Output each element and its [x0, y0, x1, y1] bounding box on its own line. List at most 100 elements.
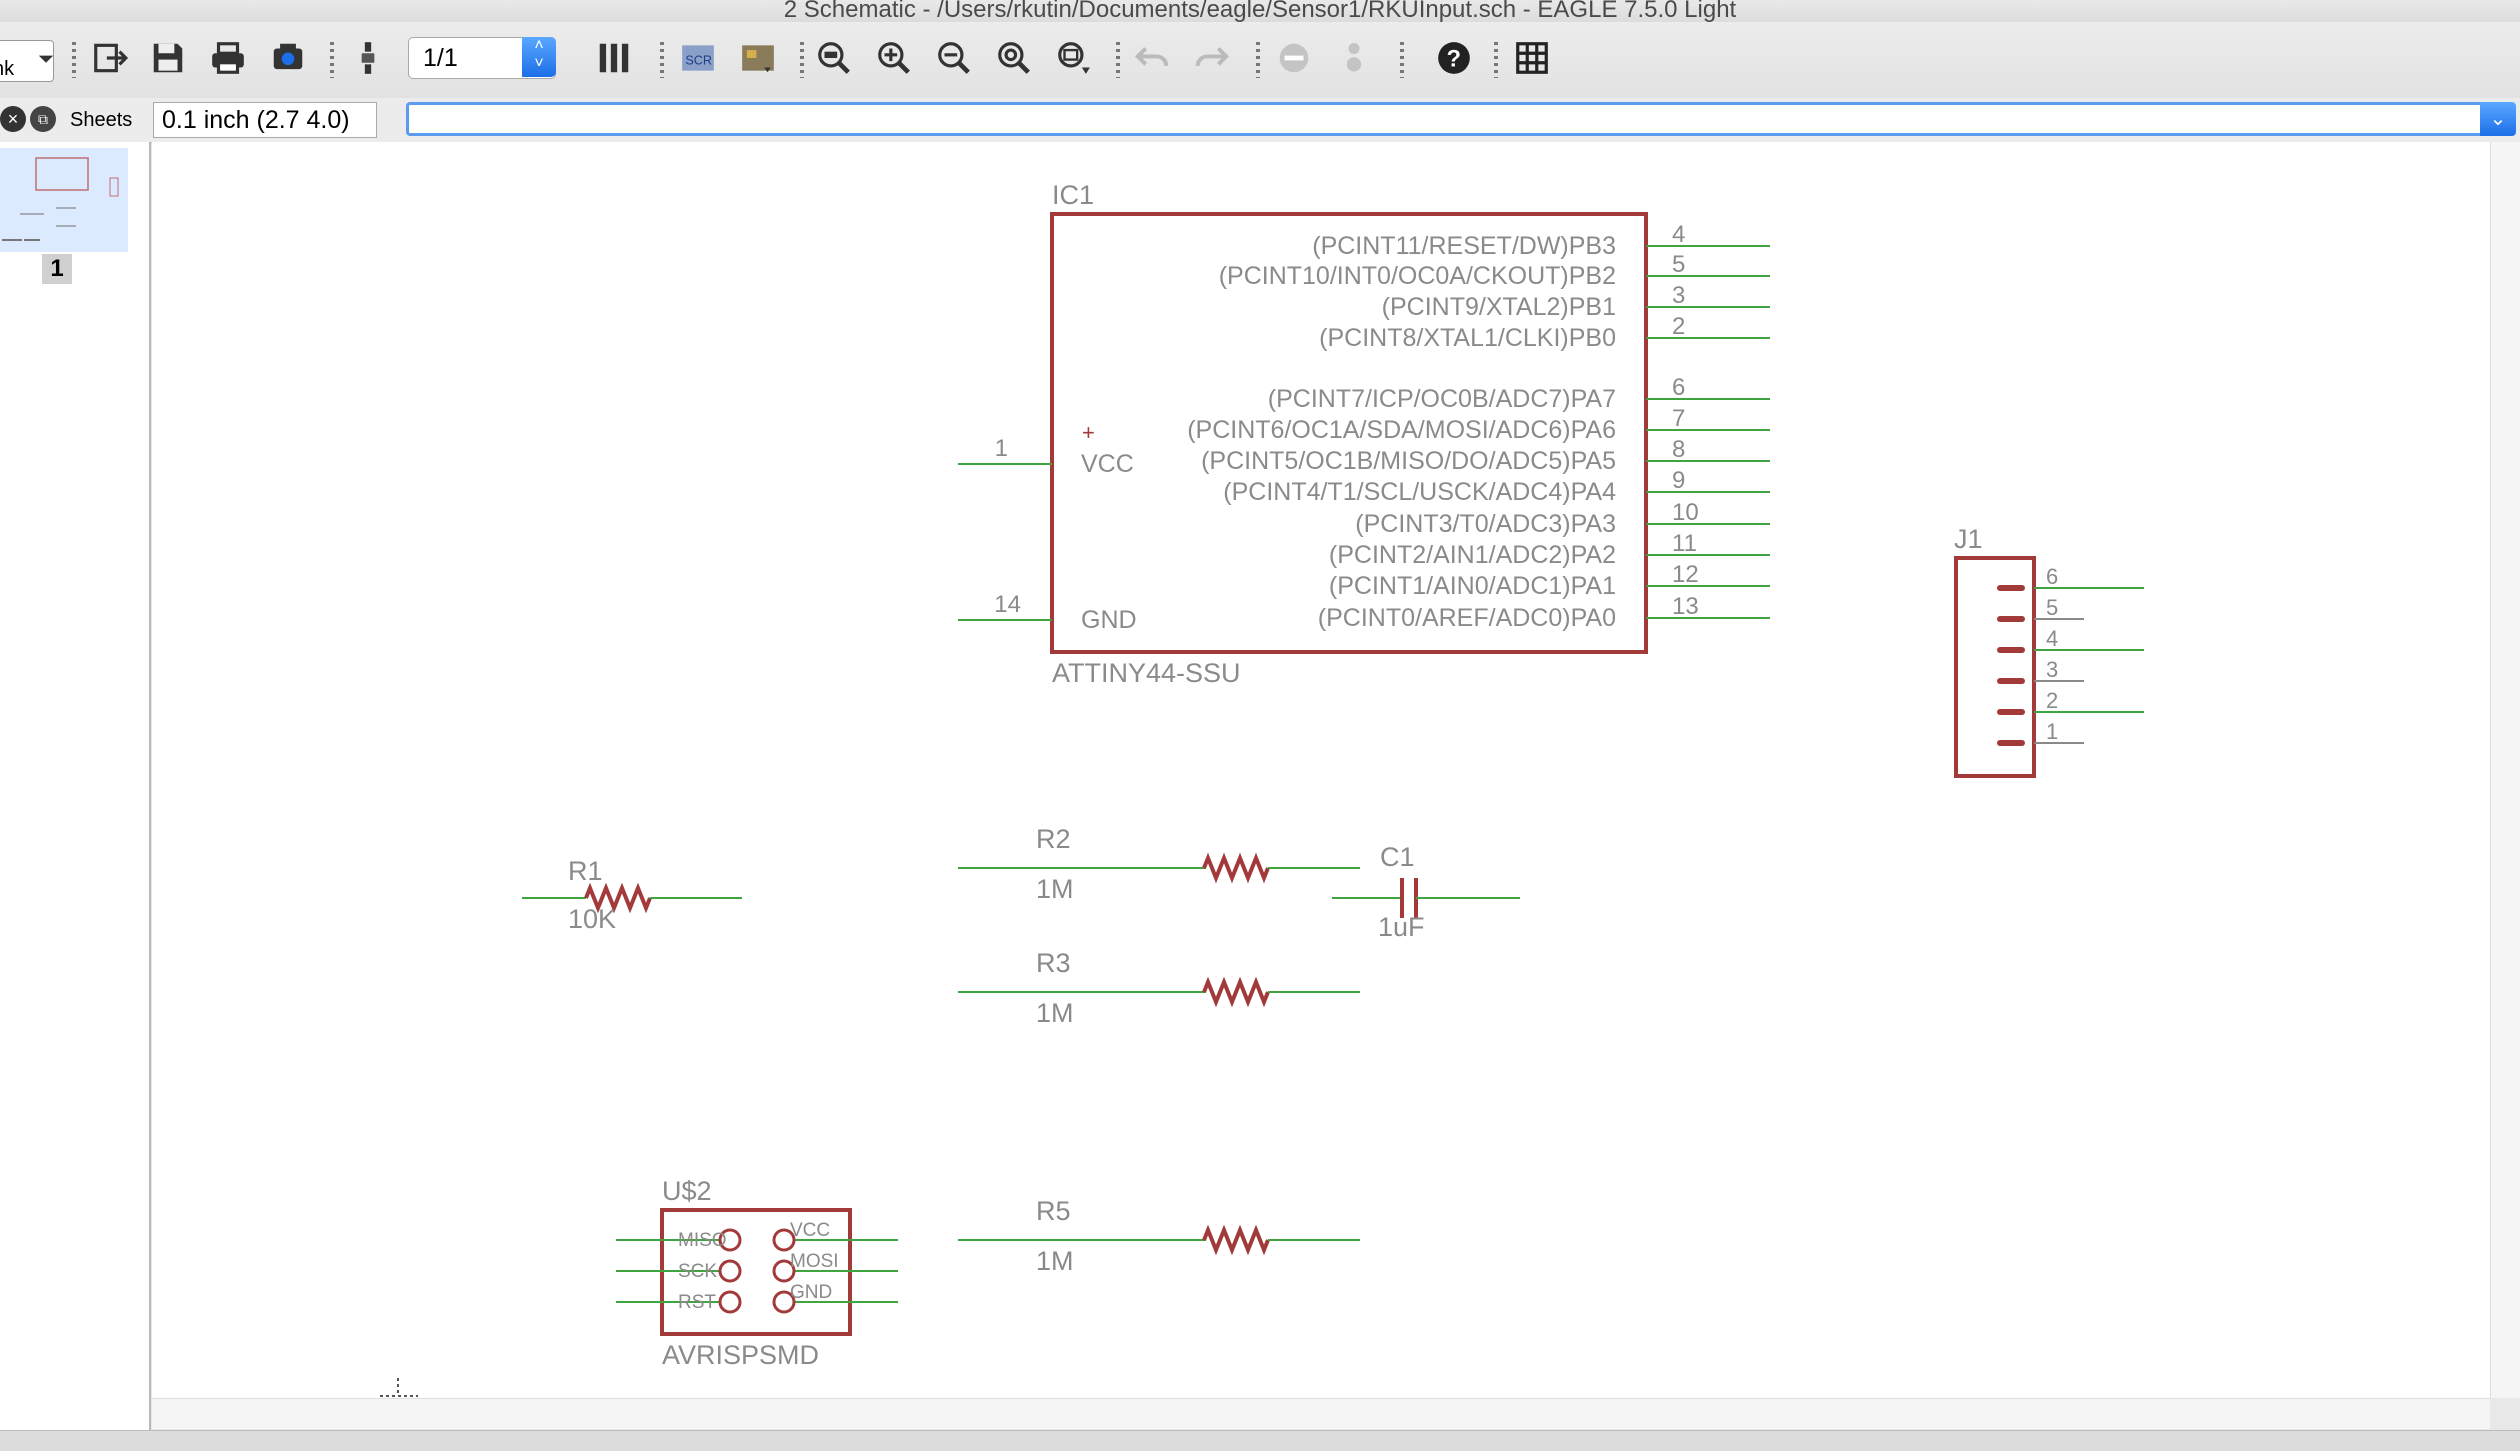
ic1-name: IC1 — [1052, 180, 1094, 210]
ic1-pin-label: VCC — [1081, 450, 1134, 478]
toolbar-separator — [660, 42, 664, 78]
use-library-icon[interactable] — [592, 36, 636, 80]
c1-part[interactable]: C1 1uF — [1332, 842, 1520, 942]
ic1-pin-num: 9 — [1672, 467, 1685, 494]
toolbar-separator — [72, 42, 76, 78]
svg-text:SCR: SCR — [685, 53, 712, 67]
ic1-pin-label: (PCINT4/T1/SCL/USCK/ADC4)PA4 — [1223, 478, 1616, 506]
toolbar-separator — [1400, 42, 1404, 78]
j1-name: J1 — [1954, 524, 1983, 554]
zoom-select-icon[interactable] — [1052, 36, 1096, 80]
zoom-out-icon[interactable] — [932, 36, 976, 80]
ic1-pin-label: (PCINT10/INT0/OC0A/CKOUT)PB2 — [1219, 262, 1616, 290]
schematic-canvas[interactable]: IC1 ATTINY44-SSU 1 + VCC 14 GND 4 (PCINT1… — [152, 142, 2490, 1398]
sheet-number[interactable]: 1 — [42, 254, 72, 284]
r2-part[interactable]: R2 1M — [958, 824, 1360, 904]
ic1-pin-label: (PCINT2/AIN1/ADC2)PA2 — [1329, 541, 1616, 569]
svg-text:?: ? — [1447, 46, 1462, 73]
ic1-part[interactable]: IC1 ATTINY44-SSU 1 + VCC 14 GND 4 (PCINT1… — [958, 180, 1770, 688]
ic1-pin-num: 1 — [995, 435, 1008, 462]
j1-pin-num: 6 — [2046, 564, 2058, 589]
r5-value: 1M — [1036, 1246, 1074, 1276]
ic1-pin-label: (PCINT3/T0/ADC3)PA3 — [1355, 510, 1616, 538]
cam-processor-icon[interactable] — [266, 36, 310, 80]
ic1-pin-num: 11 — [1672, 530, 1697, 557]
j1-pin-num: 5 — [2046, 595, 2058, 620]
horizontal-scrollbar[interactable] — [152, 1398, 2490, 1429]
redo-icon[interactable] — [1190, 36, 1234, 80]
zoom-in-icon[interactable] — [872, 36, 916, 80]
ic1-pin-label: (PCINT7/ICP/OC0B/ADC7)PA7 — [1268, 385, 1616, 413]
toolbar-separator — [1116, 42, 1120, 78]
j1-pin-num: 2 — [2046, 688, 2058, 713]
j1-pin-num: 1 — [2046, 719, 2058, 744]
r3-part[interactable]: R3 1M — [958, 948, 1360, 1028]
ic1-pin-num: 13 — [1672, 593, 1699, 620]
close-sheets-icon[interactable]: × — [0, 106, 26, 132]
go-icon[interactable] — [1332, 36, 1376, 80]
u2-pad — [718, 1259, 742, 1283]
r1-name: R1 — [568, 856, 603, 886]
ic1-pin-num: 7 — [1672, 405, 1685, 432]
window-titlebar: 2 Schematic - /Users/rkutin/Documents/ea… — [0, 0, 2520, 22]
u2-pins: MISO SCK RST VCC MOSI GND — [616, 1220, 898, 1314]
u2-pin-label: SCK — [678, 1261, 717, 1282]
stop-icon[interactable] — [1272, 36, 1316, 80]
r2-body — [1202, 852, 1270, 884]
print-icon[interactable] — [206, 36, 250, 80]
sheets-header: × ⧉ Sheets — [0, 98, 150, 142]
ic1-pin-label: (PCINT8/XTAL1/CLKI)PB0 — [1319, 324, 1616, 352]
combo-dropdown-icon[interactable] — [34, 36, 58, 80]
command-input[interactable] — [406, 102, 2486, 136]
r1-part[interactable]: R1 10K — [522, 856, 742, 934]
script-icon[interactable]: SCR — [676, 36, 720, 80]
float-sheets-icon[interactable]: ⧉ — [30, 106, 56, 132]
run-ulp-icon[interactable] — [736, 36, 780, 80]
command-history-dropdown-icon[interactable]: ⌄ — [2480, 102, 2516, 136]
toolbar-separator — [1256, 42, 1260, 78]
command-bar: × ⧉ Sheets 0.1 inch (2.7 4.0) ⌄ — [0, 98, 2520, 143]
r5-body — [1202, 1224, 1270, 1256]
r3-name: R3 — [1036, 948, 1071, 978]
help-icon[interactable]: ? — [1432, 36, 1476, 80]
ic1-pin-num: 3 — [1672, 282, 1685, 309]
toolbar-separator — [1494, 42, 1498, 78]
zoom-fit-icon[interactable] — [812, 36, 856, 80]
grid-icon[interactable] — [1510, 36, 1554, 80]
ic1-pin-num: 2 — [1672, 313, 1685, 340]
r1-value: 10K — [568, 904, 616, 934]
ic1-pin-label: (PCINT6/OC1A/SDA/MOSI/ADC6)PA6 — [1187, 416, 1616, 444]
cursor-crosshair-icon — [380, 1378, 418, 1397]
u2-pin-label: VCC — [790, 1220, 830, 1241]
j1-pins: 6 5 4 3 2 1 — [1997, 564, 2144, 746]
u2-pin-label: RST — [678, 1292, 716, 1313]
r2-value: 1M — [1036, 874, 1074, 904]
ic1-pin-label: (PCINT0/AREF/ADC0)PA0 — [1318, 604, 1616, 632]
switch-to-board-icon[interactable] — [346, 36, 390, 80]
save-icon[interactable] — [146, 36, 190, 80]
u2-part[interactable]: U$2 AVRISPSMD MISO SCK RST VCC MOSI GND — [616, 1176, 898, 1370]
ic1-pin-num: 14 — [994, 591, 1021, 618]
window-title: 2 Schematic - /Users/rkutin/Documents/ea… — [783, 0, 1737, 22]
u2-value: AVRISPSMD — [662, 1340, 819, 1370]
sheet-thumbnail[interactable] — [0, 148, 128, 252]
ic1-pin-num: 6 — [1672, 374, 1685, 401]
ic1-pin-label: (PCINT9/XTAL2)PB1 — [1382, 293, 1616, 321]
u2-name: U$2 — [662, 1176, 712, 1206]
undo-icon[interactable] — [1130, 36, 1174, 80]
vertical-scrollbar[interactable] — [2490, 142, 2520, 1398]
r5-part[interactable]: R5 1M — [958, 1196, 1360, 1276]
sheet-select[interactable]: 1/1 ˄ ˅ — [408, 37, 556, 79]
ic1-vcc-marker: + — [1082, 420, 1095, 445]
sheet-select-spin-icon[interactable]: ˄ ˅ — [522, 37, 556, 77]
export-icon[interactable] — [88, 36, 132, 80]
ic1-value: ATTINY44-SSU — [1052, 658, 1241, 688]
ic1-pin-num: 10 — [1672, 499, 1699, 526]
u2-pin-label: MISO — [678, 1230, 727, 1251]
j1-part[interactable]: J1 6 5 4 3 2 1 — [1954, 524, 2144, 778]
r5-name: R5 — [1036, 1196, 1071, 1226]
zoom-redraw-icon[interactable] — [992, 36, 1036, 80]
ic1-pin-label: (PCINT1/AIN0/ADC1)PA1 — [1329, 572, 1616, 600]
u2-pad — [718, 1290, 742, 1314]
r3-value: 1M — [1036, 998, 1074, 1028]
